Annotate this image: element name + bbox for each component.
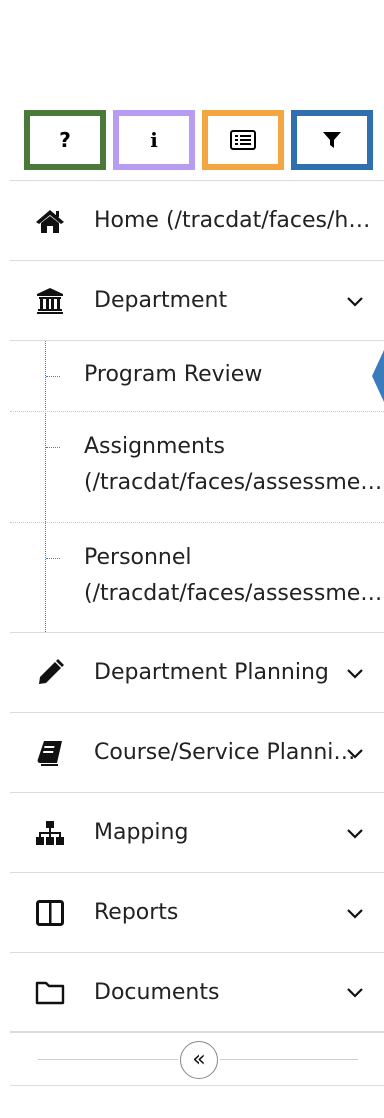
- filter-button[interactable]: [291, 110, 373, 170]
- department-submenu: Program Review Assignments (/tracdat/fac…: [10, 340, 384, 632]
- nav-item-label: Home (/tracdat/faces/home): [94, 208, 380, 233]
- chevron-down-icon[interactable]: [344, 290, 366, 312]
- sub-item-assignments[interactable]: Assignments (/tracdat/faces/assessment..…: [10, 411, 384, 522]
- sub-item-label: Personnel: [84, 545, 192, 570]
- sidebar-collapse-row: «: [10, 1032, 384, 1086]
- nav-item-label: Documents: [94, 979, 220, 1005]
- collapse-sidebar-button[interactable]: «: [180, 1041, 218, 1079]
- question-icon: ?: [59, 128, 71, 152]
- nav-item-label: Department: [94, 288, 228, 313]
- nav-item-label: Mapping: [94, 820, 189, 845]
- sub-item-path: (/tracdat/faces/assessment...): [84, 581, 384, 606]
- info-button[interactable]: i: [113, 110, 195, 170]
- list-icon: [230, 130, 256, 150]
- sub-item-label: Program Review: [84, 362, 263, 387]
- nav-item-label: Reports: [94, 900, 179, 925]
- active-indicator: [372, 350, 384, 402]
- chevron-down-icon[interactable]: [344, 981, 366, 1003]
- book-icon: [34, 737, 66, 769]
- nav-item-label: Department Planning: [94, 660, 329, 685]
- sidebar-toolbar: ? i: [24, 110, 374, 170]
- sub-item-label: Assignments: [84, 434, 225, 459]
- folder-icon: [34, 976, 66, 1008]
- chevron-down-icon[interactable]: [344, 662, 366, 684]
- chevron-down-icon[interactable]: [344, 822, 366, 844]
- info-icon: i: [150, 128, 158, 152]
- list-button[interactable]: [202, 110, 284, 170]
- divider: [220, 1059, 358, 1060]
- double-chevron-left-icon: «: [192, 1047, 206, 1072]
- filter-icon: [323, 132, 341, 148]
- nav-item-documents[interactable]: Documents: [10, 952, 384, 1032]
- nav-item-reports[interactable]: Reports: [10, 872, 384, 952]
- sub-item-path: (/tracdat/faces/assessment...): [84, 470, 384, 495]
- chevron-down-icon[interactable]: [344, 902, 366, 924]
- nav-item-course-service-planning[interactable]: Course/Service Planning: [10, 712, 384, 792]
- sidebar-nav: Home (/tracdat/faces/home) Department Pr…: [10, 180, 384, 1032]
- nav-item-home[interactable]: Home (/tracdat/faces/home): [10, 180, 384, 260]
- nav-item-department[interactable]: Department: [10, 260, 384, 340]
- institution-icon: [34, 285, 66, 317]
- columns-icon: [34, 897, 66, 929]
- sub-item-personnel[interactable]: Personnel (/tracdat/faces/assessment...): [10, 522, 384, 633]
- divider: [38, 1059, 178, 1060]
- nav-item-department-planning[interactable]: Department Planning: [10, 632, 384, 712]
- sitemap-icon: [34, 817, 66, 849]
- home-icon: [34, 205, 66, 237]
- pencil-icon: [34, 657, 66, 689]
- nav-item-mapping[interactable]: Mapping: [10, 792, 384, 872]
- chevron-down-icon[interactable]: [344, 742, 366, 764]
- sub-item-program-review[interactable]: Program Review: [10, 341, 384, 411]
- help-button[interactable]: ?: [24, 110, 106, 170]
- nav-item-label: Course/Service Planning: [94, 740, 356, 765]
